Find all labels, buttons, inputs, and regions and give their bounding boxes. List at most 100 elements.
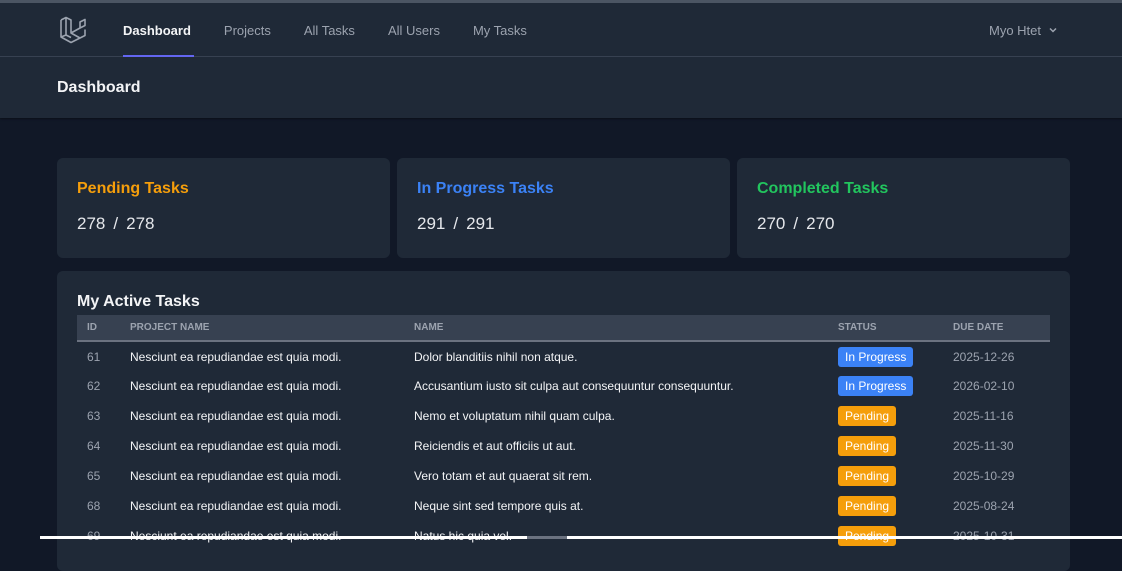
column-header-due-date: Due Date xyxy=(943,315,1050,341)
task-project-name-cell: Nesciunt ea repudiandae est quia modi. xyxy=(120,431,404,461)
in-progress-total: 291 xyxy=(466,214,494,233)
active-tasks-table: ID Project Name Name Status Due Date 61 N… xyxy=(77,315,1050,551)
column-header-id: ID xyxy=(77,315,120,341)
task-id: 62 xyxy=(87,379,100,393)
nav-links: Dashboard Projects All Tasks All Users M… xyxy=(123,3,560,57)
status-badge: Pending xyxy=(838,466,896,486)
laravel-logo-icon[interactable] xyxy=(58,15,88,45)
task-name-cell: Accusantium iusto sit culpa aut consequu… xyxy=(404,371,828,401)
task-name-cell: Vero totam et aut quaerat sit rem. xyxy=(404,461,828,491)
task-id-cell: 68 xyxy=(77,491,120,521)
completed-tasks-card: Completed Tasks 270 / 270 xyxy=(737,158,1070,258)
active-tasks-title: My Active Tasks xyxy=(77,293,1050,311)
in-progress-tasks-card: In Progress Tasks 291 / 291 xyxy=(397,158,730,258)
task-project-name: Nesciunt ea repudiandae est quia modi. xyxy=(130,350,341,364)
task-due-date-cell: 2025-11-30 xyxy=(943,431,1050,461)
completed-mine: 270 xyxy=(757,214,785,233)
count-separator: / xyxy=(113,214,118,233)
task-due-date-cell: 2026-02-10 xyxy=(943,371,1050,401)
task-status-cell: In Progress xyxy=(828,341,943,371)
task-name: Nemo et voluptatum nihil quam culpa. xyxy=(414,409,615,423)
active-tasks-panel: My Active Tasks ID Project Name Name Sta… xyxy=(57,271,1070,571)
nav-link-my-tasks[interactable]: My Tasks xyxy=(473,3,527,57)
task-id-cell: 62 xyxy=(77,371,120,401)
task-project-name-cell: Nesciunt ea repudiandae est quia modi. xyxy=(120,491,404,521)
pending-total: 278 xyxy=(126,214,154,233)
user-name: Myo Htet xyxy=(989,23,1041,38)
pending-tasks-card: Pending Tasks 278 / 278 xyxy=(57,158,390,258)
status-badge: Pending xyxy=(838,436,896,456)
task-project-name: Nesciunt ea repudiandae est quia modi. xyxy=(130,469,341,483)
task-status-cell: Pending xyxy=(828,401,943,431)
table-row[interactable]: 65 Nesciunt ea repudiandae est quia modi.… xyxy=(77,461,1050,491)
task-id: 64 xyxy=(87,439,100,453)
table-row[interactable]: 64 Nesciunt ea repudiandae est quia modi.… xyxy=(77,431,1050,461)
top-navigation: Dashboard Projects All Tasks All Users M… xyxy=(0,3,1122,57)
task-name-cell: Dolor blanditiis nihil non atque. xyxy=(404,341,828,371)
column-header-name: Name xyxy=(404,315,828,341)
table-row[interactable]: 62 Nesciunt ea repudiandae est quia modi.… xyxy=(77,371,1050,401)
task-status-cell: Pending xyxy=(828,431,943,461)
task-due-date-cell: 2025-11-16 xyxy=(943,401,1050,431)
pending-mine: 278 xyxy=(77,214,105,233)
user-menu[interactable]: Myo Htet xyxy=(989,3,1058,57)
count-separator: / xyxy=(453,214,458,233)
count-separator: / xyxy=(793,214,798,233)
task-id-cell: 63 xyxy=(77,401,120,431)
task-name: Accusantium iusto sit culpa aut consequu… xyxy=(414,379,734,393)
completed-count: 270 / 270 xyxy=(757,214,1050,234)
task-name: Reiciendis et aut officiis ut aut. xyxy=(414,439,576,453)
nav-link-all-users[interactable]: All Users xyxy=(388,3,440,57)
page-title: Dashboard xyxy=(57,79,141,97)
in-progress-mine: 291 xyxy=(417,214,445,233)
task-project-name-cell: Nesciunt ea repudiandae est quia modi. xyxy=(120,341,404,371)
task-name-cell: Nemo et voluptatum nihil quam culpa. xyxy=(404,401,828,431)
pending-card-title: Pending Tasks xyxy=(77,180,370,198)
task-id: 61 xyxy=(87,350,100,364)
table-row[interactable]: 61 Nesciunt ea repudiandae est quia modi.… xyxy=(77,341,1050,371)
chevron-down-icon xyxy=(1048,25,1058,35)
task-project-name-cell: Nesciunt ea repudiandae est quia modi. xyxy=(120,401,404,431)
task-project-name: Nesciunt ea repudiandae est quia modi. xyxy=(130,499,341,513)
task-name: Neque sint sed tempore quis at. xyxy=(414,499,583,513)
task-due-date: 2025-11-30 xyxy=(953,439,1014,453)
task-due-date: 2025-12-26 xyxy=(953,350,1014,364)
task-project-name-cell: Nesciunt ea repudiandae est quia modi. xyxy=(120,461,404,491)
table-header-row: ID Project Name Name Status Due Date xyxy=(77,315,1050,341)
task-name: Vero totam et aut quaerat sit rem. xyxy=(414,469,592,483)
column-header-project-name: Project Name xyxy=(120,315,404,341)
task-due-date: 2025-10-29 xyxy=(953,469,1014,483)
table-row[interactable]: 63 Nesciunt ea repudiandae est quia modi.… xyxy=(77,401,1050,431)
task-due-date: 2025-08-24 xyxy=(953,499,1014,513)
task-project-name: Nesciunt ea repudiandae est quia modi. xyxy=(130,379,341,393)
task-id: 68 xyxy=(87,499,100,513)
task-id-cell: 61 xyxy=(77,341,120,371)
task-project-name: Nesciunt ea repudiandae est quia modi. xyxy=(130,439,341,453)
status-badge: Pending xyxy=(838,406,896,426)
in-progress-count: 291 / 291 xyxy=(417,214,710,234)
completed-total: 270 xyxy=(806,214,834,233)
status-badge: In Progress xyxy=(838,376,913,396)
task-id: 65 xyxy=(87,469,100,483)
task-status-cell: In Progress xyxy=(828,371,943,401)
task-name-cell: Reiciendis et aut officiis ut aut. xyxy=(404,431,828,461)
task-due-date-cell: 2025-12-26 xyxy=(943,341,1050,371)
nav-link-dashboard[interactable]: Dashboard xyxy=(123,3,191,57)
page-header: Dashboard xyxy=(0,57,1122,118)
nav-link-projects[interactable]: Projects xyxy=(224,3,271,57)
task-id-cell: 64 xyxy=(77,431,120,461)
nav-link-all-tasks[interactable]: All Tasks xyxy=(304,3,355,57)
status-badge: Pending xyxy=(838,496,896,516)
task-due-date: 2025-11-16 xyxy=(953,409,1014,423)
table-body: 61 Nesciunt ea repudiandae est quia modi.… xyxy=(77,341,1050,551)
task-project-name: Nesciunt ea repudiandae est quia modi. xyxy=(130,409,341,423)
completed-card-title: Completed Tasks xyxy=(757,180,1050,198)
status-badge: In Progress xyxy=(838,347,913,367)
task-due-date-cell: 2025-08-24 xyxy=(943,491,1050,521)
in-progress-card-title: In Progress Tasks xyxy=(417,180,710,198)
column-header-status: Status xyxy=(828,315,943,341)
task-project-name-cell: Nesciunt ea repudiandae est quia modi. xyxy=(120,371,404,401)
task-due-date: 2026-02-10 xyxy=(953,379,1014,393)
task-id: 63 xyxy=(87,409,100,423)
table-row[interactable]: 68 Nesciunt ea repudiandae est quia modi.… xyxy=(77,491,1050,521)
